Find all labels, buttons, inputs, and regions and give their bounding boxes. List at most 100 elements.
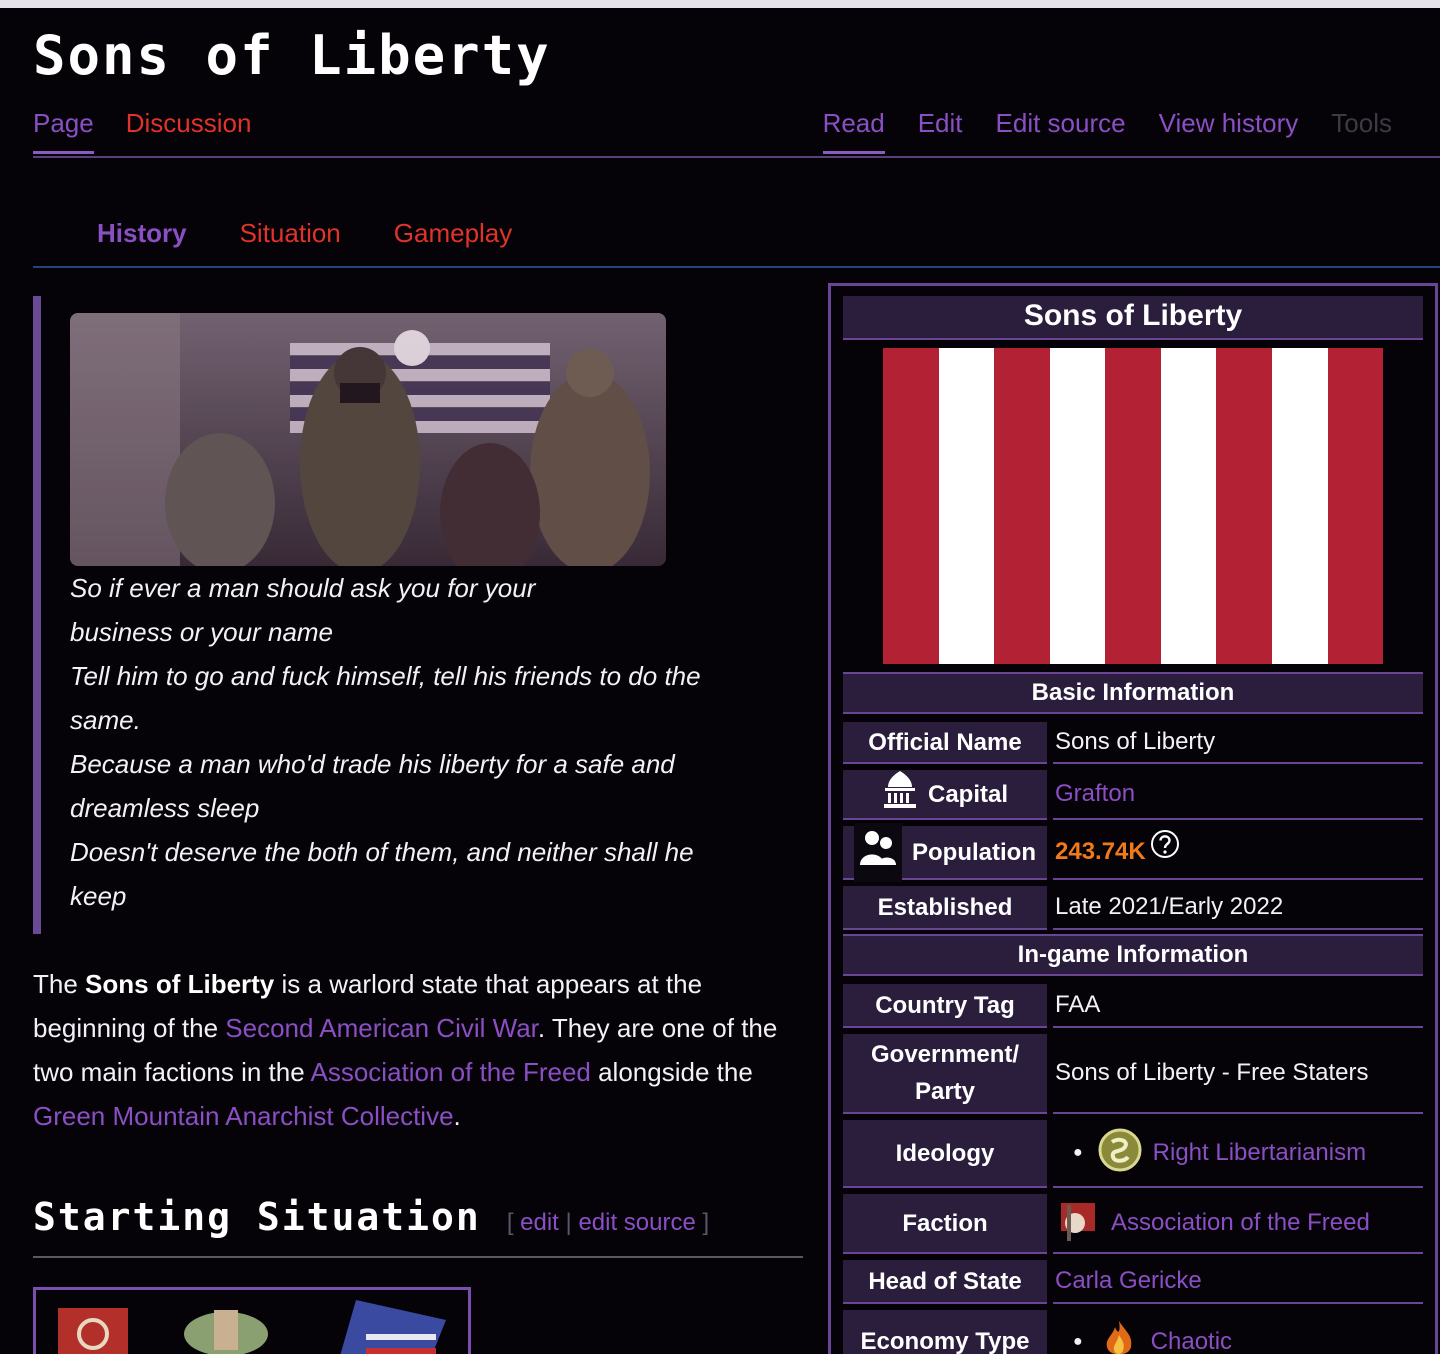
tabs-divider [33, 156, 1440, 158]
subnav-history[interactable]: History [97, 218, 187, 249]
head-of-state-link[interactable]: Carla Gericke [1055, 1267, 1202, 1295]
militia-photo-image [70, 313, 666, 566]
tab-page[interactable]: Page [33, 108, 94, 154]
quote-line: same. [70, 705, 141, 735]
ideology-value: ● Right Libertarianism [1053, 1120, 1423, 1188]
quote-line: business or your name [70, 617, 334, 647]
flag-image[interactable] [883, 348, 1384, 664]
section-divider [33, 1256, 803, 1258]
tab-read[interactable]: Read [822, 108, 885, 154]
established-value: Late 2021/Early 2022 [1053, 886, 1423, 930]
faction-value: Association of the Freed [1053, 1194, 1423, 1254]
quote-line: Because a man who'd trade his liberty fo… [70, 749, 675, 779]
economy-type-label: Economy Type [843, 1310, 1047, 1354]
starting-situation-icons [33, 1287, 471, 1354]
capital-value: Grafton [1053, 770, 1423, 820]
ideology-label: Ideology [843, 1120, 1047, 1188]
section-starting-situation: Starting Situation [ edit | edit source … [33, 1195, 709, 1239]
flag-stripe-white [1271, 348, 1328, 664]
tab-discussion[interactable]: Discussion [126, 108, 252, 154]
head-of-state-value: Carla Gericke [1053, 1260, 1423, 1304]
subnav-gameplay[interactable]: Gameplay [394, 218, 513, 249]
quote-line: Tell him to go and fuck himself, tell hi… [70, 661, 701, 691]
libertarian-emblem-icon [1097, 1127, 1143, 1180]
quote-line: Doesn't deserve the both of them, and ne… [70, 837, 694, 867]
quote-line: keep [70, 881, 127, 911]
edit-source-link[interactable]: edit source [578, 1209, 695, 1236]
link-second-american-civil-war[interactable]: Second American Civil War [225, 1013, 538, 1043]
ideology-link[interactable]: Right Libertarianism [1153, 1139, 1366, 1167]
intro-text: alongside the [590, 1057, 753, 1087]
help-circle-icon[interactable] [1150, 829, 1180, 866]
page-title: Sons of Liberty [33, 24, 551, 87]
sickle-flag-icon [58, 1308, 128, 1354]
article-subnav: History Situation Gameplay [97, 218, 512, 249]
economy-type-value: ● Chaotic [1053, 1310, 1423, 1354]
quote-line: So if ever a man should ask you for your [70, 573, 536, 603]
intro-text: The [33, 969, 86, 999]
flag-stripe-red [1327, 348, 1384, 664]
flag-stripe-red [994, 348, 1050, 664]
namespace-tabs: Page Discussion [33, 108, 251, 154]
capitol-building-icon [882, 769, 918, 820]
separator: | [565, 1209, 572, 1236]
faction-emblem-icon [1055, 1197, 1101, 1250]
flag-stripe-white [1160, 348, 1217, 664]
tab-view-history[interactable]: View history [1159, 108, 1299, 154]
people-icon [854, 822, 902, 882]
link-association-of-the-freed[interactable]: Association of the Freed [310, 1057, 590, 1087]
tab-edit-source[interactable]: Edit source [996, 108, 1126, 154]
subnav-divider [33, 266, 1440, 268]
population-label: Population [843, 822, 1047, 882]
government-value: Sons of Liberty - Free Staters [1053, 1034, 1423, 1114]
flag-stripe-red [1105, 348, 1161, 664]
population-label-text: Population [912, 838, 1036, 866]
quote-bar [33, 296, 41, 934]
quote-text: So if ever a man should ask you for your… [70, 566, 770, 918]
quote-image[interactable] [70, 313, 666, 566]
browser-top-strip [0, 0, 1440, 8]
intro-bold-name: Sons of Liberty [85, 969, 275, 999]
established-label: Established [843, 886, 1047, 930]
capital-label: Capital [843, 770, 1047, 820]
edit-link[interactable]: edit [520, 1209, 559, 1236]
view-tabs: Read Edit Edit source View history Tools [822, 108, 1392, 154]
bullet: ● [1073, 1333, 1083, 1350]
us-flag-icon [340, 1300, 446, 1354]
population-value: 243.74K [1053, 826, 1423, 880]
faction-icons-image [58, 1300, 446, 1354]
quote-line: dreamless sleep [70, 793, 260, 823]
in-game-information-header: In-game Information [843, 934, 1423, 976]
bracket: [ [506, 1209, 514, 1236]
tab-edit[interactable]: Edit [918, 108, 963, 154]
flag-stripe-white [1049, 348, 1106, 664]
subnav-situation[interactable]: Situation [240, 218, 341, 249]
infobox-title: Sons of Liberty [843, 296, 1423, 340]
capital-link[interactable]: Grafton [1055, 780, 1135, 808]
country-tag-label: Country Tag [843, 984, 1047, 1028]
fist-money-icon [184, 1310, 268, 1354]
section-heading: Starting Situation [33, 1195, 481, 1239]
faction-link[interactable]: Association of the Freed [1111, 1209, 1370, 1237]
faction-label: Faction [843, 1194, 1047, 1254]
section-edit-links: [ edit | edit source ] [507, 1209, 709, 1237]
intro-text: . [453, 1101, 461, 1131]
head-of-state-label: Head of State [843, 1260, 1047, 1304]
intro-paragraph: The Sons of Liberty is a warlord state t… [33, 962, 803, 1138]
flag-stripe-red [1216, 348, 1272, 664]
bracket: ] [702, 1209, 710, 1236]
economy-type-link[interactable]: Chaotic [1151, 1328, 1232, 1354]
link-green-mountain-anarchist-collective[interactable]: Green Mountain Anarchist Collective [33, 1101, 454, 1131]
flag-stripe-white [938, 348, 995, 664]
official-name-value: Sons of Liberty [1053, 722, 1423, 764]
government-label: Government/ Party [843, 1034, 1047, 1114]
official-name-label: Official Name [843, 722, 1047, 764]
basic-information-header: Basic Information [843, 672, 1423, 714]
flag-stripe-red [883, 348, 939, 664]
capital-label-text: Capital [927, 780, 1008, 808]
bullet: ● [1073, 1144, 1083, 1161]
tab-tools[interactable]: Tools [1331, 108, 1392, 154]
country-tag-value: FAA [1053, 984, 1423, 1028]
fire-icon [1097, 1317, 1141, 1354]
population-number: 243.74K [1055, 838, 1146, 865]
